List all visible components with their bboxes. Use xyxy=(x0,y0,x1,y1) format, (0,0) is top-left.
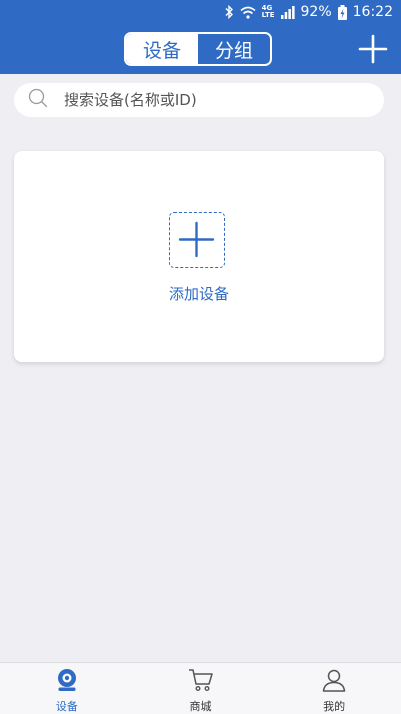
add-device-label[interactable]: 添加设备 xyxy=(14,283,384,304)
wifi-icon xyxy=(240,6,256,19)
signal-icon xyxy=(280,5,295,19)
bottom-tab-me-label: 我的 xyxy=(323,700,346,713)
status-bar: 4G LTE 92% 16:22 xyxy=(0,0,401,24)
user-icon xyxy=(322,668,346,695)
bottom-tab-bar: 设备 商城 我的 xyxy=(0,662,401,714)
camera-icon xyxy=(55,668,79,695)
bottom-tab-shop-label: 商城 xyxy=(189,700,212,713)
status-time: 16:22 xyxy=(352,4,393,20)
battery-charging-icon xyxy=(337,4,347,20)
add-device-card: 添加设备 xyxy=(14,151,384,362)
bottom-tab-devices-label: 设备 xyxy=(55,700,78,713)
bottom-tab-me[interactable]: 我的 xyxy=(267,663,401,714)
network-type-bottom: LTE xyxy=(261,11,275,19)
header-bar: 设备 分组 xyxy=(0,24,401,74)
bluetooth-icon xyxy=(224,5,234,19)
bottom-tab-devices[interactable]: 设备 xyxy=(0,663,134,714)
add-device-button[interactable] xyxy=(169,212,225,268)
add-device-plus-icon xyxy=(178,221,215,258)
cart-icon xyxy=(188,668,214,695)
tab-groups[interactable]: 分组 xyxy=(198,34,270,64)
segment-control: 设备 分组 xyxy=(124,32,272,66)
search-icon xyxy=(28,88,48,112)
battery-percent: 92% xyxy=(300,4,332,20)
search-input[interactable] xyxy=(62,90,356,110)
bottom-tab-shop[interactable]: 商城 xyxy=(134,663,268,714)
network-type: 4G LTE xyxy=(262,5,275,19)
search-bar xyxy=(14,83,384,117)
tab-devices[interactable]: 设备 xyxy=(126,34,198,64)
plus-icon[interactable] xyxy=(357,33,389,65)
